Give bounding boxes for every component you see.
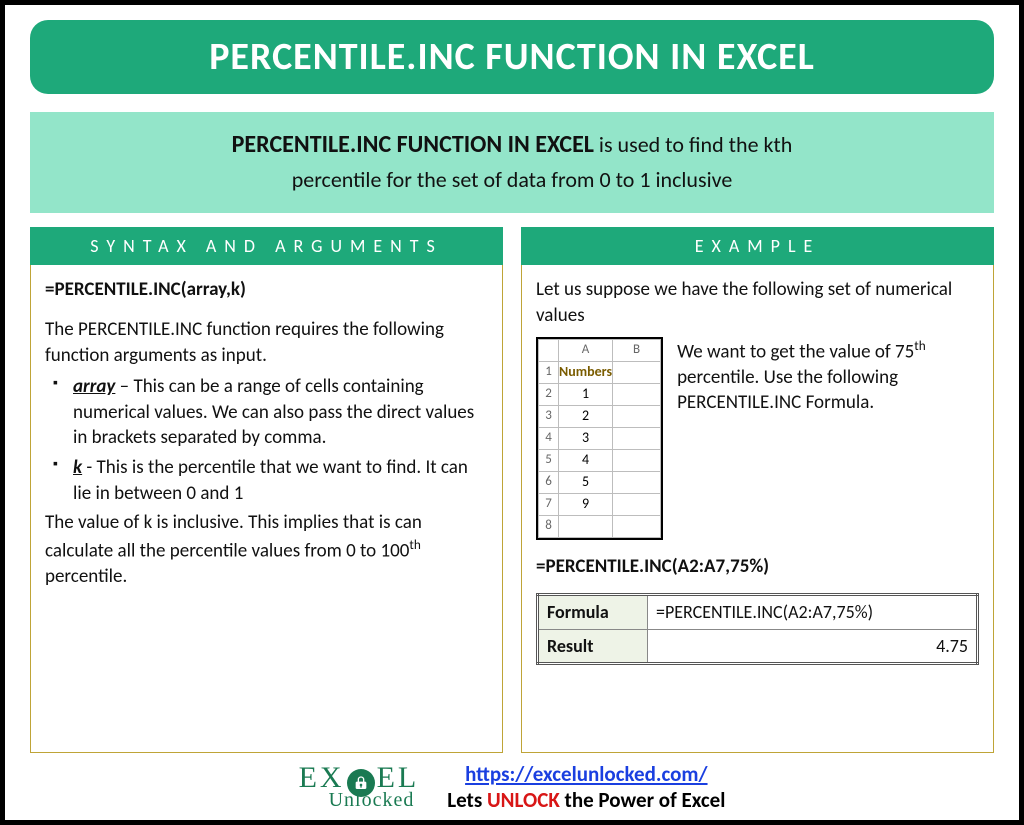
summary-band: PERCENTILE.INC FUNCTION IN EXCEL is used… [30, 112, 994, 213]
cell: 5 [559, 471, 613, 493]
cell [613, 515, 661, 537]
footer: EXEL Unlocked https://excelunlocked.com/… [30, 753, 994, 815]
syntax-formula: =PERCENTILE.INC(array,k) [45, 277, 488, 303]
row-header: 5 [539, 449, 559, 471]
logo-bottom: Unlocked [329, 791, 415, 810]
summary-rest1: is used to find the kth [594, 131, 792, 158]
example-desc-post: percentile. Use the following PERCENTILE… [677, 366, 898, 415]
sheet-corner [539, 339, 559, 361]
example-desc: We want to get the value of 75th percent… [677, 337, 979, 416]
cell [613, 405, 661, 427]
row-header: 1 [539, 361, 559, 383]
cell [559, 515, 613, 537]
col-header: B [613, 339, 661, 361]
example-row: A B 1 Numbers 21 32 43 54 [536, 337, 979, 540]
padlock-icon [347, 769, 375, 797]
row-header: 3 [539, 405, 559, 427]
example-body: Let us suppose we have the following set… [521, 265, 994, 753]
syntax-args-list: array – This can be a range of cells con… [45, 374, 488, 506]
tagline-post: the Power of Excel [560, 787, 726, 813]
example-desc-pre: We want to get the value of 75 [677, 340, 914, 363]
cell [613, 493, 661, 515]
row-header: 2 [539, 383, 559, 405]
footer-link[interactable]: https://excelunlocked.com/ [465, 761, 707, 787]
row-header: 8 [539, 515, 559, 537]
tagline-unlock: UNLOCK [487, 787, 560, 813]
arg-sep: - [82, 456, 96, 479]
arg-desc: This is the percentile that we want to f… [73, 456, 468, 505]
cell: 3 [559, 427, 613, 449]
syntax-arg: array – This can be a range of cells con… [51, 374, 488, 451]
example-formula: =PERCENTILE.INC(A2:A7,75%) [536, 554, 979, 580]
cell: 2 [559, 405, 613, 427]
cell [613, 383, 661, 405]
note-post: percentile. [45, 565, 127, 588]
example-header: EXAMPLE [521, 227, 994, 265]
result-label: Result [538, 629, 648, 663]
cell: 9 [559, 493, 613, 515]
syntax-arg: k - This is the percentile that we want … [51, 455, 488, 506]
page-title: PERCENTILE.INC FUNCTION IN EXCEL [30, 20, 994, 94]
syntax-intro: The PERCENTILE.INC function requires the… [45, 317, 488, 368]
cell [613, 361, 661, 383]
document-frame: PERCENTILE.INC FUNCTION IN EXCEL PERCENT… [0, 0, 1024, 825]
arg-sep: – [115, 375, 133, 398]
result-table: Formula =PERCENTILE.INC(A2:A7,75%) Resul… [536, 593, 979, 665]
summary-rest2: percentile for the set of data from 0 to… [292, 166, 733, 193]
cell [613, 427, 661, 449]
cell: 4 [559, 449, 613, 471]
example-intro: Let us suppose we have the following set… [536, 277, 979, 328]
syntax-note: The value of k is inclusive. This implie… [45, 510, 488, 589]
example-desc-sup: th [914, 337, 925, 354]
result-formula-value: =PERCENTILE.INC(A2:A7,75%) [648, 595, 978, 629]
result-formula-label: Formula [538, 595, 648, 629]
mini-spreadsheet: A B 1 Numbers 21 32 43 54 [536, 337, 663, 540]
arg-name: array [73, 375, 115, 398]
footer-text: https://excelunlocked.com/ Lets UNLOCK t… [447, 761, 725, 813]
arg-desc: This can be a range of cells containing … [73, 375, 474, 449]
row-header: 7 [539, 493, 559, 515]
row-header: 4 [539, 427, 559, 449]
syntax-column: SYNTAX AND ARGUMENTS =PERCENTILE.INC(arr… [30, 227, 503, 753]
cell [613, 471, 661, 493]
col-header: A [559, 339, 613, 361]
arg-name: k [73, 456, 82, 479]
result-value: 4.75 [648, 629, 978, 663]
data-header-cell: Numbers [559, 361, 613, 383]
cell: 1 [559, 383, 613, 405]
columns: SYNTAX AND ARGUMENTS =PERCENTILE.INC(arr… [30, 227, 994, 753]
note-pre: The value of k is inclusive. This implie… [45, 511, 422, 562]
logo: EXEL Unlocked [299, 764, 420, 810]
cell [613, 449, 661, 471]
note-sup: th [409, 536, 420, 553]
tagline-pre: Lets [447, 787, 487, 813]
row-header: 6 [539, 471, 559, 493]
summary-lead: PERCENTILE.INC FUNCTION IN EXCEL [232, 130, 594, 159]
example-column: EXAMPLE Let us suppose we have the follo… [521, 227, 994, 753]
mini-sheet-table: A B 1 Numbers 21 32 43 54 [538, 339, 661, 538]
syntax-body: =PERCENTILE.INC(array,k) The PERCENTILE.… [30, 265, 503, 753]
syntax-header: SYNTAX AND ARGUMENTS [30, 227, 503, 265]
